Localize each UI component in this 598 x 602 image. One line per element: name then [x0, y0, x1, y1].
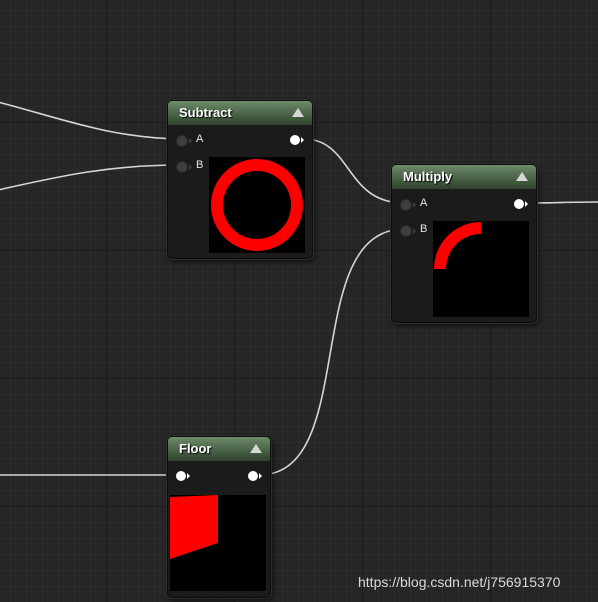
- multiply-preview: [433, 221, 529, 317]
- floor-output-pin[interactable]: [248, 471, 262, 481]
- watermark-text: https://blog.csdn.net/j756915370: [358, 574, 561, 590]
- ring-preview-shape: [211, 159, 303, 251]
- multiply-input-b-label: B: [420, 223, 428, 235]
- collapse-triangle-icon[interactable]: [250, 444, 262, 453]
- subtract-output-pin[interactable]: [290, 135, 304, 145]
- subtract-node[interactable]: Subtract A B: [167, 100, 313, 259]
- subtract-node-header[interactable]: Subtract: [168, 101, 312, 125]
- floor-input-pin[interactable]: [176, 471, 190, 481]
- subtract-input-b-label: B: [196, 159, 204, 171]
- multiply-input-a-pin[interactable]: [400, 199, 416, 211]
- multiply-input-b-pin[interactable]: [400, 225, 416, 237]
- floor-node-title: Floor: [179, 441, 212, 456]
- multiply-output-pin[interactable]: [514, 199, 528, 209]
- collapse-triangle-icon[interactable]: [516, 172, 528, 181]
- multiply-node-header[interactable]: Multiply: [392, 165, 536, 189]
- wire-subtract-to-multiply-a[interactable]: [303, 138, 405, 204]
- floor-node[interactable]: Floor: [167, 436, 271, 598]
- wire-floor-to-multiply-b[interactable]: [258, 228, 405, 476]
- multiply-node[interactable]: Multiply A B: [391, 164, 537, 323]
- collapse-triangle-icon[interactable]: [292, 108, 304, 117]
- quarter-arc-preview-shape: [434, 222, 481, 269]
- subtract-node-title: Subtract: [179, 105, 232, 120]
- subtract-input-a-label: A: [196, 133, 204, 145]
- floor-preview: [170, 495, 266, 591]
- wire-to-subtract-b[interactable]: [0, 164, 181, 191]
- subtract-input-b-pin[interactable]: [176, 161, 192, 173]
- multiply-node-title: Multiply: [403, 169, 453, 184]
- quad-preview-shape: [170, 495, 218, 559]
- wire-to-subtract-a[interactable]: [0, 101, 181, 140]
- floor-node-header[interactable]: Floor: [168, 437, 270, 461]
- subtract-preview: [209, 157, 305, 253]
- multiply-input-a-label: A: [420, 197, 428, 209]
- subtract-input-a-pin[interactable]: [176, 135, 192, 147]
